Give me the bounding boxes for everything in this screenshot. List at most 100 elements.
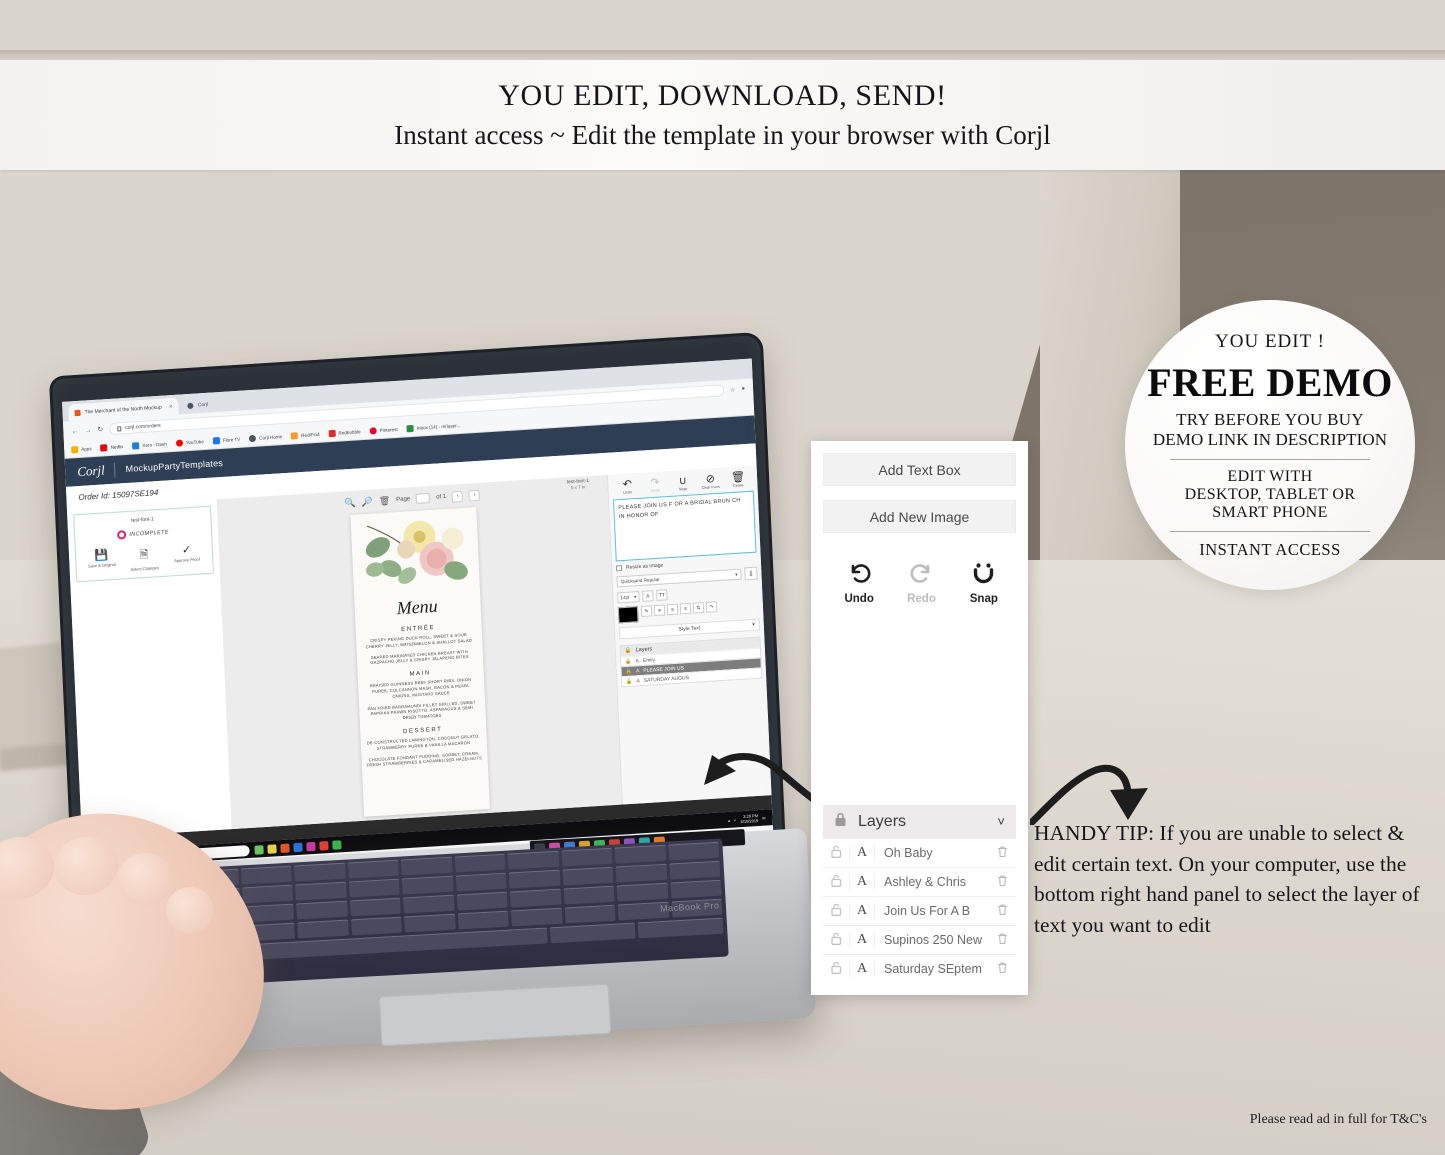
bookmark-item[interactable]: Xero - Dash [132,440,167,450]
layer-row[interactable]: A Join Us For A B [823,896,1016,925]
vertical-align-button[interactable]: ⇅ [692,602,705,614]
key[interactable] [637,917,724,939]
lock-open-icon[interactable] [823,845,849,861]
key[interactable] [564,904,616,924]
bold-button[interactable]: A [642,590,654,602]
profile-avatar-icon[interactable]: ● [741,386,745,392]
snap-button[interactable]: Snap [966,561,1002,605]
tray-caret-icon[interactable]: ▴ [728,817,730,822]
snap-button[interactable]: ∪ Snap [670,475,697,492]
undo-button[interactable]: Undo [841,561,877,605]
screen-layer-row[interactable]: 🔓 A SATURDAY AUGUS [622,667,762,687]
key[interactable] [294,862,346,882]
page-number-input[interactable] [415,492,431,504]
align-left-button[interactable]: ≡ [653,604,666,617]
key[interactable] [404,913,456,933]
key[interactable] [347,859,400,879]
trash-icon[interactable] [988,903,1016,919]
trash-icon[interactable] [988,932,1016,948]
zoom-out-icon[interactable]: 🔎 [361,496,373,508]
layer-row[interactable]: A Oh Baby [823,838,1016,867]
layer-row[interactable]: A Supinos 250 New [823,925,1016,954]
star-bookmark-icon[interactable]: ☆ [730,386,736,393]
lock-open-icon[interactable] [823,961,849,977]
key[interactable] [614,844,666,864]
key[interactable] [402,875,454,895]
reload-icon[interactable]: ↻ [97,425,103,433]
delete-button[interactable]: 🗑 Delete [725,471,752,489]
taskbar-app-icon[interactable] [280,843,290,853]
bookmark-item[interactable]: RediFind [290,430,320,440]
key[interactable] [297,919,349,939]
bookmark-item[interactable]: Fibre TV [212,435,241,445]
key[interactable] [510,888,562,908]
clear-icons-button[interactable]: ⊘ Clear Icons [697,473,724,491]
bookmark-item[interactable]: Corjl Home [249,433,282,442]
layers-header[interactable]: Layers ˅ [823,805,1016,838]
url-bar[interactable]: corjl.com/orders [108,384,725,435]
key[interactable] [562,866,614,886]
screen-layer-row[interactable]: 🔓 A Emily [621,647,761,667]
key[interactable] [296,900,348,920]
key[interactable] [242,884,294,904]
back-icon[interactable]: ← [71,427,78,434]
layer-row[interactable]: A Ashley & Chris [823,867,1016,896]
prev-page-button[interactable]: ‹ [451,490,464,503]
browser-tab-inactive[interactable]: Corjl [181,395,214,414]
key[interactable] [240,865,293,885]
trash-icon[interactable]: 🗑 [379,495,391,507]
key[interactable] [615,863,667,883]
corjl-logo[interactable]: Corjl [77,462,105,480]
screen-layer-row-selected[interactable]: 🔓 A PLEASE JOIN US [621,657,761,677]
bookmark-item[interactable]: Pinterest [369,425,398,435]
select-changes-button[interactable]: 🗎 Select Changes [127,545,162,572]
trash-icon[interactable] [988,874,1016,890]
key[interactable] [669,860,721,880]
bookmark-item[interactable]: Redbubble [328,428,361,437]
approve-proof-button[interactable]: ✓ Approve Proof [169,542,204,569]
key[interactable] [454,853,506,873]
key[interactable] [403,894,455,914]
taskbar-app-icon[interactable] [306,841,316,851]
network-icon[interactable]: ◐ [734,817,737,822]
redo-button[interactable]: Redo [903,561,939,605]
lock-open-icon[interactable] [823,932,849,948]
menu-template-card[interactable]: Menu ENTRÉE CRISPY PEKING DUCK ROLL, SWE… [349,507,490,817]
text-color-swatch[interactable] [617,606,639,624]
bookmark-item[interactable]: YouTube [175,438,204,447]
align-center-button[interactable]: ≡ [666,603,679,616]
layer-row[interactable]: A Saturday SEptem [823,954,1016,983]
notifications-icon[interactable]: ✉ [762,815,766,820]
resize-as-image-checkbox-row[interactable]: Resize as Image [615,557,757,572]
font-download-button[interactable]: ⇩ [744,566,758,581]
key[interactable] [668,841,720,861]
key[interactable] [348,878,401,898]
lock-open-icon[interactable] [823,903,849,919]
undo-button[interactable]: ↶ Undo [614,478,641,496]
bookmark-item[interactable]: Netflix [100,443,123,452]
key[interactable] [616,882,669,902]
key[interactable] [507,850,560,870]
checkbox-icon[interactable] [615,565,623,572]
screen-layers-header[interactable]: 🔒 Layers [620,637,760,657]
key[interactable] [455,872,507,892]
chevron-down-icon[interactable]: ˅ [997,814,1005,829]
lock-open-icon[interactable] [823,874,849,890]
redo-button[interactable]: ↷ Redo [642,477,669,494]
taskbar-app-icon[interactable] [332,839,342,850]
bookmark-item[interactable]: Apps [71,445,92,453]
trash-icon[interactable] [988,961,1016,977]
add-text-box-button[interactable]: Add Text Box [823,453,1016,486]
key[interactable] [508,869,561,889]
save-original-button[interactable]: 💾 Save & Original [84,548,119,575]
taskbar-app-icon[interactable] [267,843,277,854]
browser-tab-active[interactable]: The Merchant of the North Mockup ✕ [68,397,180,422]
eyedropper-button[interactable]: ✎ [640,605,653,617]
key[interactable] [295,881,347,901]
font-family-select[interactable]: Quicksand Regular ▾ [616,568,742,588]
close-tab-icon[interactable]: ✕ [169,403,173,409]
key[interactable] [457,910,509,930]
taskbar-app-icon[interactable] [319,840,329,851]
style-text-accordion[interactable]: Style Text ▾ [618,618,761,640]
bookmark-item[interactable]: Inbox (14) - mrlaser... [406,421,461,432]
